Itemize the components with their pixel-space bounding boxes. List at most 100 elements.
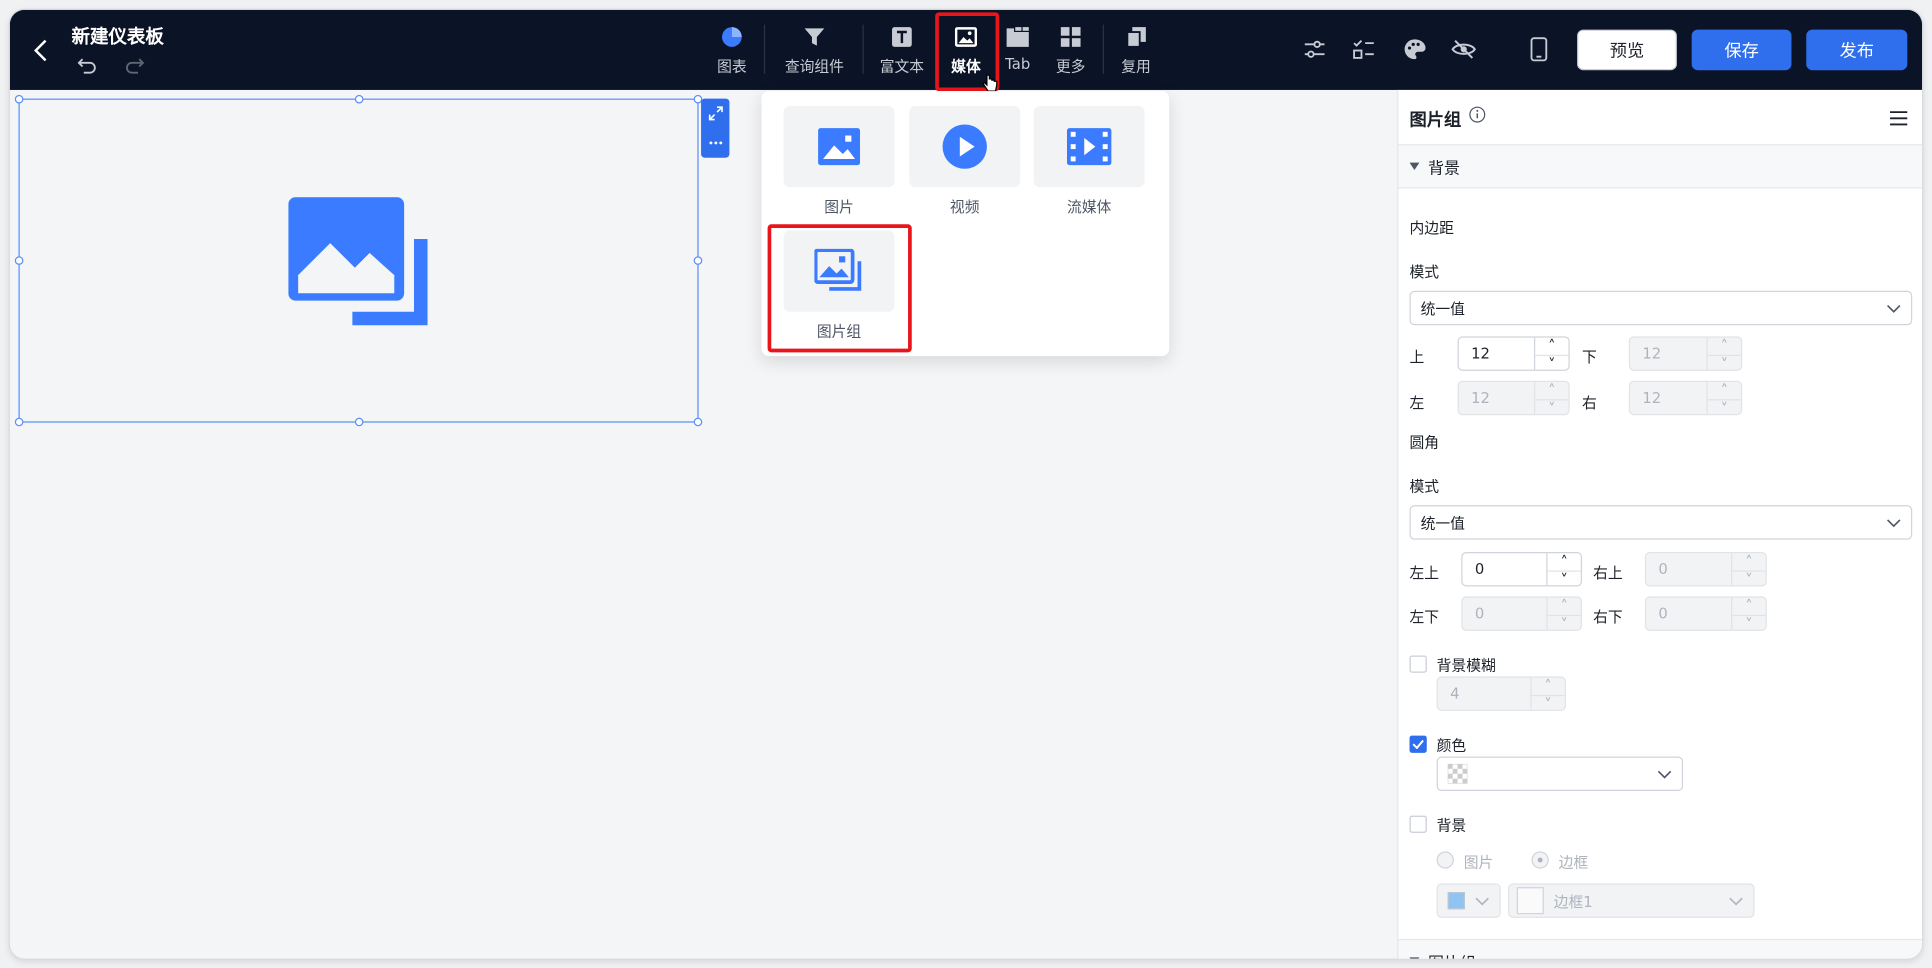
padding-mode-select[interactable]: 统一值 (1409, 290, 1913, 326)
bg-image-radio[interactable] (1436, 851, 1454, 869)
eye-off-icon[interactable] (1449, 34, 1479, 64)
color-picker[interactable] (1436, 756, 1684, 792)
grid-icon (1058, 25, 1083, 50)
toolbar-divider (1102, 24, 1104, 74)
resize-handle[interactable] (14, 256, 24, 265)
select-value: 边框1 (1553, 892, 1593, 910)
padding-bottom-input[interactable]: 12 ˄ ˅ (1628, 336, 1743, 373)
back-icon[interactable] (27, 34, 54, 66)
media-item-label: 图片 (824, 198, 854, 216)
background-checkbox[interactable] (1409, 815, 1427, 833)
bottom-right-label: 右下 (1593, 608, 1623, 626)
border-style-select[interactable]: 边框1 (1508, 883, 1755, 918)
select-value: 统一值 (1420, 300, 1465, 318)
media-stream-item[interactable]: 流媒体 (1033, 105, 1145, 217)
color-swatch (1447, 892, 1465, 910)
stepper[interactable]: ˄ ˅ (1546, 553, 1581, 589)
sliders-icon[interactable] (1300, 34, 1330, 64)
check-icon (1412, 739, 1424, 750)
resize-handle[interactable] (693, 417, 703, 427)
resize-handle[interactable] (693, 256, 703, 265)
input-value: 0 (1474, 560, 1485, 578)
bg-image-label: 图片 (1463, 853, 1494, 872)
blur-input[interactable]: 4 ˄ ˅ (1436, 676, 1566, 713)
border-preview (1516, 887, 1544, 915)
undo-icon[interactable] (76, 54, 98, 76)
caret-down-icon (1409, 162, 1420, 171)
color-checkbox[interactable] (1409, 735, 1427, 753)
color-label: 颜色 (1436, 736, 1467, 755)
stepper[interactable]: ˄ ˅ (1533, 337, 1569, 373)
tool-more[interactable]: 更多 (1055, 10, 1087, 90)
tool-label: 更多 (1055, 57, 1086, 76)
menu-icon[interactable] (1889, 110, 1909, 127)
padding-right-input[interactable]: 12 ˄ ˅ (1628, 380, 1743, 418)
image-group-icon (288, 197, 428, 326)
image-group-section-header[interactable]: 图片组 (1398, 938, 1923, 959)
tool-chart[interactable]: 图表 (715, 10, 749, 90)
save-button[interactable]: 保存 (1691, 29, 1792, 71)
input-value: 12 (1642, 389, 1662, 407)
play-icon (942, 124, 987, 169)
tab-icon (1005, 25, 1030, 50)
radius-bottom-right-input[interactable]: 0 ˄ ˅ (1644, 596, 1767, 633)
image-group-widget[interactable] (14, 94, 703, 427)
top-bar: 新建仪表板 图表 查询组件 富文本 媒体 Tab 更多 复用 预览 保存 发布 (9, 9, 1923, 92)
stepper[interactable]: ˄ ˅ (1546, 597, 1581, 633)
palette-icon[interactable] (1400, 34, 1430, 64)
radius-top-left-input[interactable]: 0 ˄ ˅ (1461, 551, 1583, 589)
resize-handle[interactable] (354, 94, 364, 104)
media-image-item[interactable]: 图片 (783, 105, 895, 217)
copy-icon (1124, 25, 1149, 50)
pie-chart-icon (720, 25, 745, 50)
padding-left-input[interactable]: 12 ˄ ˅ (1457, 380, 1570, 418)
tool-reuse[interactable]: 复用 (1119, 10, 1153, 90)
expand-icon[interactable] (701, 99, 729, 129)
media-item-label: 视频 (949, 198, 980, 216)
input-value: 4 (1450, 685, 1460, 703)
stepper[interactable]: ˄ ˅ (1731, 553, 1766, 589)
media-video-item[interactable]: 视频 (909, 105, 1021, 217)
filter-icon (802, 25, 827, 50)
dashboard-title[interactable]: 新建仪表板 (71, 23, 163, 49)
stepper[interactable]: ˄ ˅ (1530, 677, 1565, 713)
tool-query[interactable]: 查询组件 (781, 10, 848, 90)
tool-label: 富文本 (879, 57, 925, 76)
stepper[interactable]: ˄ ˅ (1706, 381, 1741, 418)
radius-bottom-left-input[interactable]: 0 ˄ ˅ (1461, 596, 1583, 633)
radius-top-right-input[interactable]: 0 ˄ ˅ (1644, 551, 1767, 589)
blur-checkbox[interactable] (1409, 655, 1427, 673)
resize-handle[interactable] (14, 417, 24, 427)
resize-handle[interactable] (354, 417, 364, 427)
tool-label: 图表 (717, 57, 747, 76)
toolbar-divider (862, 24, 864, 74)
padding-top-input[interactable]: 12 ˄ ˅ (1457, 336, 1570, 373)
media-image-group-item[interactable]: 图片组 (783, 230, 895, 341)
mobile-icon[interactable] (1524, 34, 1554, 64)
stepper[interactable]: ˄ ˅ (1533, 381, 1569, 418)
bg-color-select[interactable] (1436, 883, 1501, 918)
checklist-icon[interactable] (1349, 34, 1379, 64)
resize-handle[interactable] (14, 94, 24, 104)
chevron-down-icon (1475, 897, 1489, 906)
tool-rich-text[interactable]: 富文本 (877, 10, 926, 90)
right-label: 右 (1582, 394, 1597, 412)
stepper[interactable]: ˄ ˅ (1731, 597, 1766, 633)
background-section-header[interactable]: 背景 (1398, 144, 1923, 189)
image-icon (954, 25, 979, 50)
publish-button[interactable]: 发布 (1806, 29, 1908, 71)
radius-mode-select[interactable]: 统一值 (1409, 505, 1913, 540)
more-icon[interactable] (701, 128, 729, 158)
bg-border-label: 边框 (1558, 853, 1589, 872)
blur-label: 背景模糊 (1436, 656, 1496, 674)
radius-label: 圆角 (1409, 433, 1440, 451)
stepper[interactable]: ˄ ˅ (1706, 337, 1741, 373)
bg-border-radio[interactable] (1531, 851, 1549, 869)
info-icon[interactable] (1469, 106, 1486, 123)
tool-media[interactable]: 媒体 (947, 10, 984, 90)
redo-icon[interactable] (123, 54, 145, 76)
tool-tab[interactable]: Tab (1004, 10, 1031, 90)
preview-button[interactable]: 预览 (1577, 29, 1677, 71)
app-window: 新建仪表板 图表 查询组件 富文本 媒体 Tab 更多 复用 预览 保存 发布 … (9, 9, 1923, 959)
text-icon (890, 25, 915, 50)
